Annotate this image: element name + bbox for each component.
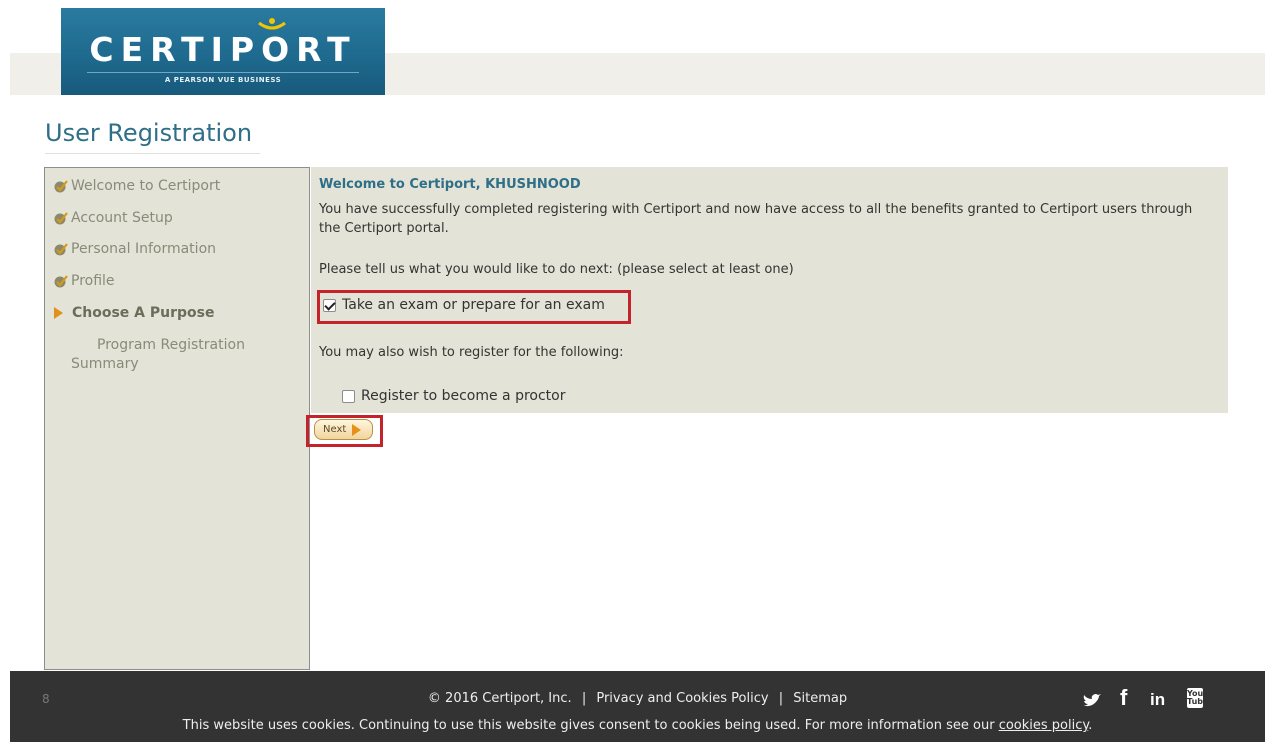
highlight-box-exam-option	[317, 290, 631, 324]
page-title: User Registration	[45, 119, 260, 154]
check-icon	[54, 180, 68, 193]
step-choose-purpose: Choose A Purpose	[53, 305, 215, 321]
step-label: Choose A Purpose	[72, 305, 215, 321]
cookie-notice: This website uses cookies. Continuing to…	[10, 718, 1265, 733]
option-proctor[interactable]: Register to become a proctor	[342, 388, 566, 404]
intro-text: You have successfully completed register…	[319, 202, 1193, 236]
step-account-setup: Account Setup	[53, 210, 173, 226]
footer-links: © 2016 Certiport, Inc. | Privacy and Coo…	[10, 691, 1265, 706]
also-register-text: You may also wish to register for the fo…	[319, 345, 624, 360]
youtube-icon[interactable]: You Tube	[1187, 688, 1208, 708]
prompt-text: Please tell us what you would like to do…	[319, 262, 794, 277]
copyright-text: © 2016 Certiport, Inc.	[427, 691, 572, 706]
check-icon	[54, 243, 68, 256]
step-label: Account Setup	[71, 210, 173, 226]
sitemap-link[interactable]: Sitemap	[793, 691, 847, 706]
separator: |	[778, 691, 784, 706]
step-program-registration-summary: Program Registration Summary	[71, 336, 281, 374]
current-step-arrow-icon	[54, 307, 63, 319]
welcome-heading: Welcome to Certiport, KHUSHNOOD	[319, 177, 581, 192]
cookies-policy-link[interactable]: cookies policy	[999, 718, 1089, 733]
twitter-icon[interactable]	[1082, 693, 1102, 709]
proctor-checkbox[interactable]	[342, 389, 355, 403]
highlight-box-next-button	[306, 415, 383, 447]
certiport-logo[interactable]: CERTIPORT A PEARSON VUE BUSINESS	[61, 8, 385, 95]
registration-steps-sidebar: Welcome to Certiport Account Setup Perso…	[44, 167, 310, 670]
linkedin-icon[interactable]: in	[1150, 690, 1165, 710]
facebook-icon[interactable]: f	[1120, 685, 1127, 711]
proctor-label[interactable]: Register to become a proctor	[361, 388, 566, 404]
logo-divider	[87, 72, 359, 73]
step-profile: Profile	[53, 273, 115, 289]
cookie-end: .	[1088, 718, 1093, 733]
check-icon	[54, 212, 68, 225]
step-label: Profile	[71, 273, 115, 289]
step-label: Program Registration Summary	[71, 337, 245, 372]
privacy-link[interactable]: Privacy and Cookies Policy	[596, 691, 768, 706]
step-label: Welcome to Certiport	[71, 178, 221, 194]
step-personal-information: Personal Information	[53, 241, 216, 257]
cookie-text: This website uses cookies. Continuing to…	[182, 718, 995, 733]
logo-tagline: A PEARSON VUE BUSINESS	[164, 76, 282, 84]
logo-wordmark: CERTIPORT	[89, 30, 357, 69]
step-label: Personal Information	[71, 241, 217, 257]
footer: 8 © 2016 Certiport, Inc. | Privacy and C…	[10, 671, 1265, 742]
step-welcome: Welcome to Certiport	[53, 178, 220, 194]
check-icon	[54, 275, 68, 288]
separator: |	[581, 691, 587, 706]
